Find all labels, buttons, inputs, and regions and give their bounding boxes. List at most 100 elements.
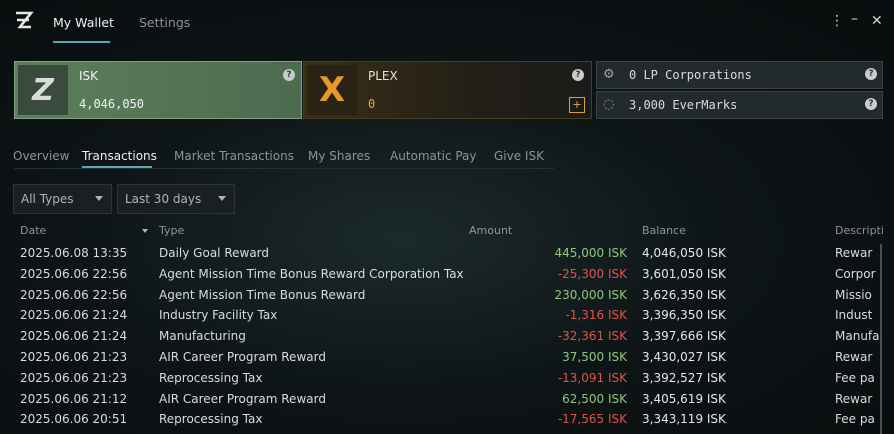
tab-automatic-pay[interactable]: Automatic Pay [390, 149, 477, 163]
help-icon[interactable]: ? [572, 69, 584, 81]
cell-balance: 3,392,527 ISK [642, 370, 726, 385]
isk-balance-card[interactable]: Z ISK 4,046,050 ? [14, 61, 302, 119]
cell-balance: 4,046,050 ISK [642, 246, 726, 260]
cell-balance: 3,343,119 ISK [642, 412, 726, 427]
close-icon[interactable]: ✕ [871, 14, 883, 28]
active-subtab-indicator [82, 166, 152, 168]
isk-label: ISK [79, 69, 99, 83]
cell-description: Rewar [835, 246, 873, 260]
column-header-date[interactable]: Date [20, 224, 46, 237]
type-filter-dropdown[interactable]: All Types [13, 184, 112, 214]
cell-amount: 230,000 ISK [554, 287, 627, 302]
tab-overview[interactable]: Overview [13, 149, 70, 163]
column-header-balance[interactable]: Balance [642, 224, 686, 237]
cell-type: Manufacturing [159, 329, 246, 344]
plex-balance-card[interactable]: X PLEX 0 ? + [303, 61, 592, 119]
cell-date: 2025.06.08 13:35 [20, 246, 128, 260]
cell-amount: -1,316 ISK [565, 308, 627, 323]
tab-settings[interactable]: Settings [139, 15, 190, 30]
cell-balance: 3,601,050 ISK [642, 266, 726, 281]
cell-balance: 3,430,027 ISK [642, 350, 726, 364]
table-row[interactable]: 2025.06.06 21:24 Industry Facility Tax -1,… [0, 304, 894, 325]
cell-description: Rewar [835, 350, 873, 364]
cell-date: 2025.06.06 22:56 [20, 266, 128, 281]
more-vertical-icon[interactable]: ⋮ [830, 14, 844, 28]
isk-value: 4,046,050 [79, 97, 145, 111]
table-row[interactable]: 2025.06.06 21:12 AIR Career Program Rewar… [0, 388, 894, 409]
cell-balance: 3,405,619 ISK [642, 391, 726, 406]
cell-description: Corpor [835, 266, 876, 281]
chevron-down-icon [218, 196, 226, 201]
tab-market-transactions[interactable]: Market Transactions [174, 149, 294, 163]
cell-type: Reprocessing Tax [159, 370, 263, 385]
cell-amount: -32,361 ISK [557, 329, 627, 344]
title-bar: My Wallet Settings ⋮ – ✕ [0, 0, 894, 44]
period-filter-value: Last 30 days [125, 192, 202, 206]
plex-value: 0 [368, 97, 376, 111]
tab-my-wallet[interactable]: My Wallet [53, 15, 114, 30]
cell-description: Rewar [835, 391, 873, 406]
table-row[interactable]: 2025.06.06 21:24 Manufacturing -32,361 ISK… [0, 325, 894, 346]
subtab-divider [14, 168, 554, 169]
cell-type: Agent Mission Time Bonus Reward Corporat… [159, 266, 464, 281]
evermarks-icon: ◌ [603, 97, 615, 112]
evermarks-card[interactable]: ◌ 3,000 EverMarks ? [596, 91, 883, 119]
cell-date: 2025.06.06 21:24 [20, 329, 128, 344]
period-filter-dropdown[interactable]: Last 30 days [117, 184, 235, 214]
minimize-icon[interactable]: – [851, 12, 858, 26]
cell-date: 2025.06.06 21:23 [20, 370, 128, 385]
plex-logo-icon: X [307, 65, 357, 115]
help-icon[interactable]: ? [865, 98, 877, 110]
scrollbar[interactable] [880, 244, 882, 434]
app-logo-icon [14, 10, 34, 34]
tab-transactions[interactable]: Transactions [82, 149, 157, 163]
cell-balance: 3,626,350 ISK [642, 287, 726, 302]
cell-type: Industry Facility Tax [159, 308, 278, 323]
column-header-amount[interactable]: Amount [469, 224, 512, 237]
cell-date: 2025.06.06 21:23 [20, 350, 128, 364]
table-row[interactable]: 2025.06.06 21:23 AIR Career Program Rewar… [0, 346, 894, 367]
table-row[interactable]: 2025.06.06 20:51 Reprocessing Tax -17,565 … [0, 408, 894, 429]
buy-plex-button[interactable]: + [569, 97, 585, 113]
column-header-type[interactable]: Type [159, 224, 184, 237]
sort-desc-icon[interactable] [142, 229, 148, 233]
cell-description: Missio [835, 287, 872, 302]
lp-gear-icon: ⚙ [603, 67, 615, 82]
cell-amount: -25,300 ISK [557, 266, 627, 281]
chevron-down-icon [95, 196, 103, 201]
cell-date: 2025.06.06 21:24 [20, 308, 128, 323]
lp-corporations-card[interactable]: ⚙ 0 LP Corporations ? [596, 61, 883, 89]
cell-balance: 3,396,350 ISK [642, 308, 726, 323]
table-row[interactable]: 2025.06.08 13:35 Daily Goal Reward 445,000… [0, 242, 894, 263]
tab-my-shares[interactable]: My Shares [308, 149, 370, 163]
table-row[interactable]: 2025.06.06 22:56 Agent Mission Time Bonus… [0, 284, 894, 305]
cell-amount: -13,091 ISK [557, 370, 627, 385]
active-tab-indicator [53, 41, 110, 43]
cell-date: 2025.06.06 21:12 [20, 391, 128, 406]
cell-date: 2025.06.06 20:51 [20, 412, 128, 427]
cell-description: Indust [835, 308, 873, 323]
cell-date: 2025.06.06 22:56 [20, 287, 128, 302]
cell-description: Fee pa [835, 370, 875, 385]
lp-label: 0 LP Corporations [629, 68, 752, 82]
help-icon[interactable]: ? [865, 68, 877, 80]
cell-amount: 445,000 ISK [554, 246, 627, 260]
cell-amount: 37,500 ISK [562, 350, 627, 364]
cell-amount: -17,565 ISK [557, 412, 627, 427]
help-icon[interactable]: ? [283, 69, 295, 81]
type-filter-value: All Types [21, 192, 74, 206]
tab-give-isk[interactable]: Give ISK [494, 149, 544, 163]
cell-type: Daily Goal Reward [159, 246, 270, 260]
cell-type: AIR Career Program Reward [159, 391, 326, 406]
table-row[interactable]: 2025.06.06 21:23 Reprocessing Tax -13,091 … [0, 367, 894, 388]
cell-type: Reprocessing Tax [159, 412, 263, 427]
cell-type: AIR Career Program Reward [159, 350, 326, 364]
isk-logo-icon: Z [18, 65, 68, 115]
table-row[interactable]: 2025.06.06 22:56 Agent Mission Time Bonus… [0, 263, 894, 284]
cell-description: Fee pa [835, 412, 875, 427]
column-header-description[interactable]: Descripti [835, 224, 894, 237]
cell-amount: 62,500 ISK [562, 391, 627, 406]
cell-description: Manufa [835, 329, 880, 344]
cell-balance: 3,397,666 ISK [642, 329, 726, 344]
plex-label: PLEX [368, 69, 398, 83]
